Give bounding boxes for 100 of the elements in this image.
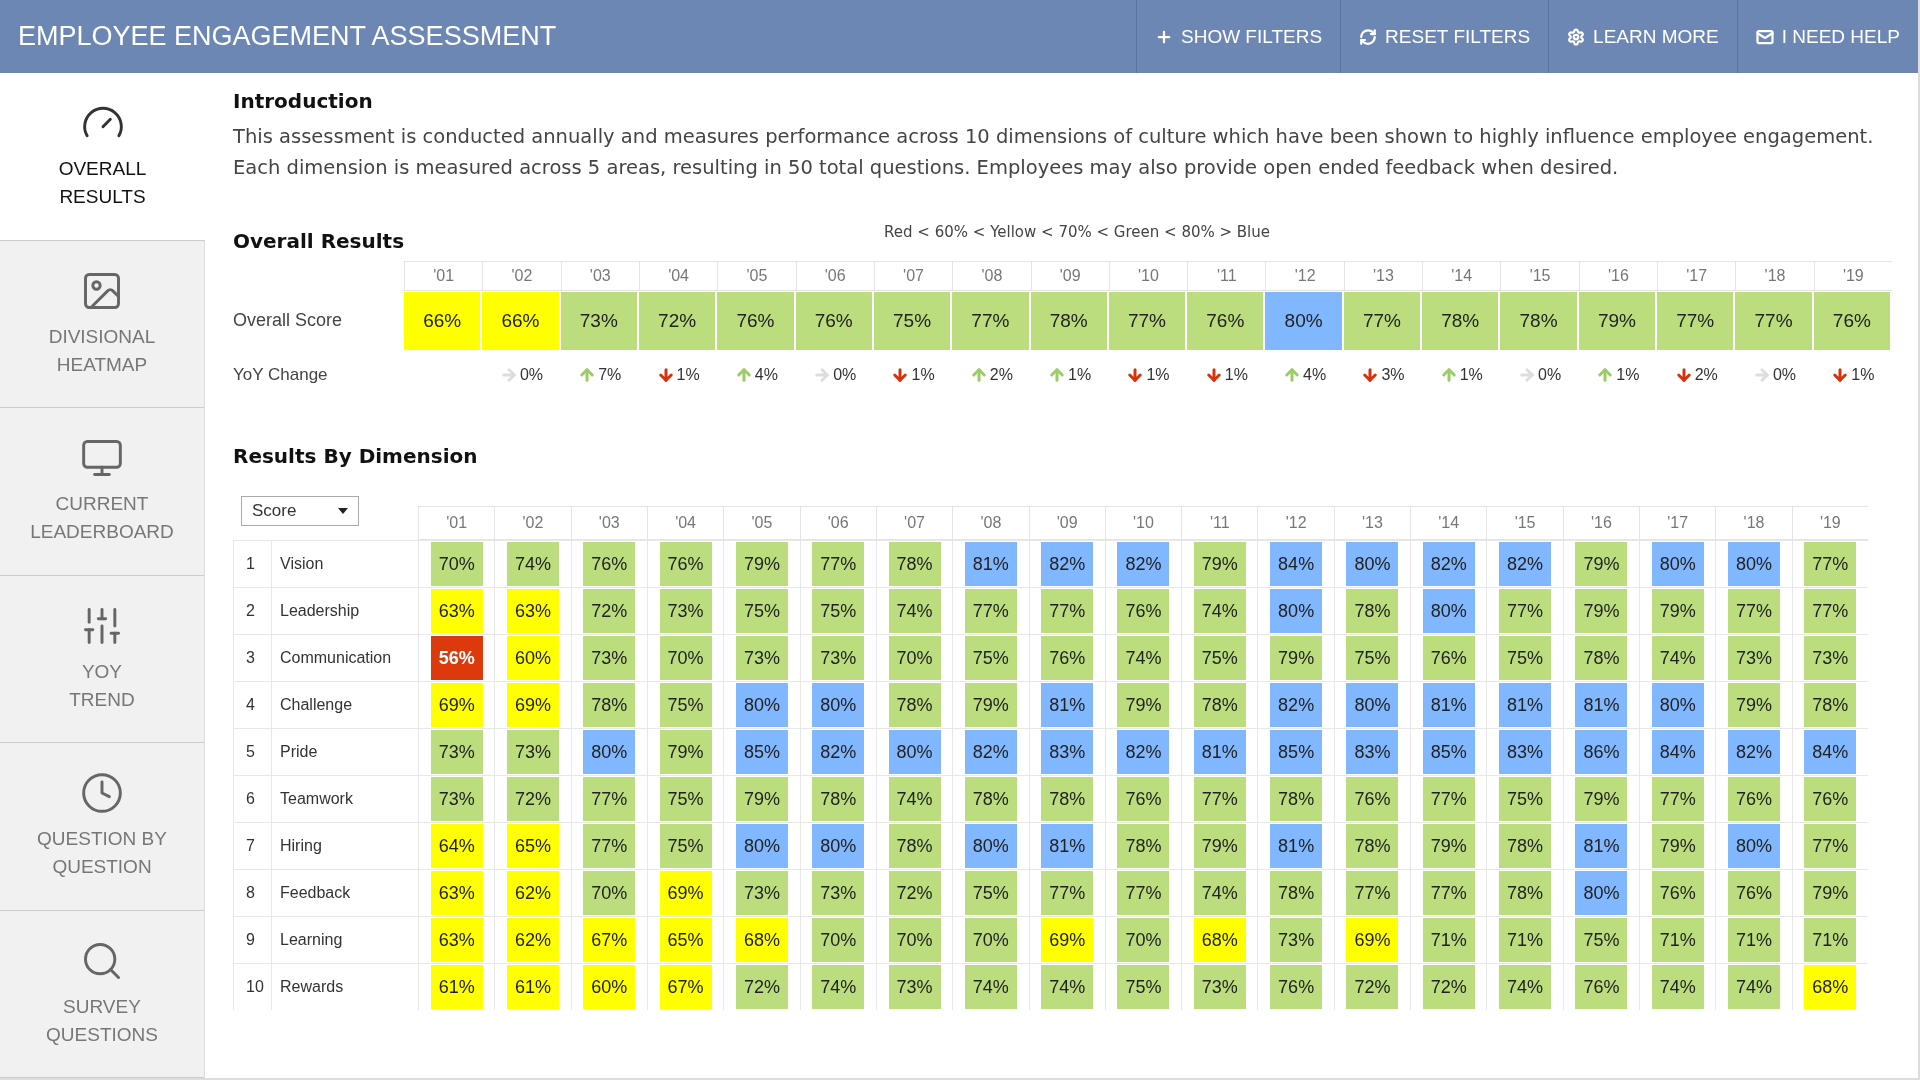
change-value: 2% bbox=[989, 366, 1013, 384]
arrow-down-icon bbox=[891, 366, 910, 384]
year-header: '15 bbox=[1486, 506, 1563, 540]
score-cell: 84% bbox=[1804, 730, 1857, 774]
score-cell: 78% bbox=[1270, 871, 1323, 915]
year-header: '14 bbox=[1410, 506, 1487, 540]
row-number: 9 bbox=[233, 916, 271, 963]
score-cell: 76% bbox=[1422, 636, 1475, 680]
score-cell: 75% bbox=[873, 291, 953, 350]
row-number: 10 bbox=[233, 963, 271, 1010]
header-button[interactable]: RESET FILTERS bbox=[1340, 0, 1549, 73]
score-cell: 78% bbox=[888, 824, 941, 868]
sidebar-tab[interactable]: QUESTION BY QUESTION bbox=[0, 743, 204, 911]
score-cell: 78% bbox=[1804, 683, 1857, 727]
score-cell: 73% bbox=[583, 636, 636, 680]
score-cell: 81% bbox=[1575, 824, 1628, 868]
score-cell: 73% bbox=[659, 589, 712, 633]
change-value: 1% bbox=[1146, 366, 1170, 384]
header-button[interactable]: LEARN MORE bbox=[1548, 0, 1737, 73]
score-cell: 80% bbox=[888, 730, 941, 774]
arrow-down-icon bbox=[1204, 366, 1223, 384]
score-cell: 85% bbox=[1422, 730, 1475, 774]
year-header: '06 bbox=[799, 506, 876, 540]
score-cell: 72% bbox=[1346, 965, 1399, 1009]
score-cell: 78% bbox=[1041, 777, 1094, 821]
score-cell: 77% bbox=[1804, 542, 1857, 586]
arrow-right-icon bbox=[1752, 366, 1771, 384]
year-header: '03 bbox=[570, 506, 647, 540]
arrow-down-icon bbox=[1126, 366, 1145, 384]
score-cell: 84% bbox=[1651, 730, 1704, 774]
score-cell: 65% bbox=[506, 824, 559, 868]
score-cell: 60% bbox=[506, 636, 559, 680]
score-cell: 80% bbox=[1346, 542, 1399, 586]
score-cell: 78% bbox=[1499, 824, 1552, 868]
sidebar-tab[interactable]: SURVEY QUESTIONS bbox=[0, 910, 204, 1078]
score-cell: 80% bbox=[1575, 871, 1628, 915]
score-cell: 70% bbox=[659, 636, 712, 680]
score-cell: 79% bbox=[735, 777, 788, 821]
score-cell: 78% bbox=[1575, 636, 1628, 680]
score-cell: 76% bbox=[717, 291, 796, 350]
sidebar-tab[interactable]: CURRENT LEADERBOARD bbox=[0, 408, 204, 576]
sidebar-tab[interactable]: OVERALL RESULTS bbox=[0, 73, 205, 241]
row-number: 6 bbox=[233, 775, 271, 822]
header-button[interactable]: I NEED HELP bbox=[1736, 0, 1918, 73]
score-cell: 81% bbox=[1041, 824, 1094, 868]
score-cell: 70% bbox=[430, 542, 483, 586]
score-cell: 73% bbox=[1193, 965, 1246, 1009]
score-cell: 72% bbox=[506, 777, 559, 821]
change-value: 0% bbox=[1772, 366, 1797, 384]
score-cell: 82% bbox=[1041, 542, 1094, 586]
dimension-name: Rewards bbox=[271, 963, 418, 1010]
score-cell: 77% bbox=[583, 777, 636, 821]
score-cell: 61% bbox=[506, 965, 559, 1009]
change-value: 1% bbox=[1459, 366, 1483, 384]
score-cell: 77% bbox=[1804, 589, 1857, 633]
dimension-name: Challenge bbox=[271, 681, 418, 728]
score-cell: 71% bbox=[1651, 918, 1704, 962]
score-cell: 80% bbox=[1651, 542, 1704, 586]
score-cell: 78% bbox=[812, 777, 865, 821]
score-cell: 76% bbox=[1187, 291, 1266, 350]
score-cell: 74% bbox=[888, 777, 941, 821]
score-cell: 73% bbox=[735, 871, 788, 915]
score-cell: 68% bbox=[735, 918, 788, 962]
year-header: '12 bbox=[1257, 506, 1334, 540]
sidebar-tab[interactable]: YOY TREND bbox=[0, 575, 204, 743]
score-cell: 72% bbox=[638, 291, 718, 350]
score-cell: 79% bbox=[1651, 824, 1704, 868]
score-cell: 79% bbox=[1728, 683, 1780, 727]
change-value: 1% bbox=[1224, 366, 1248, 384]
score-cell: 74% bbox=[1117, 636, 1170, 680]
change-value: 1% bbox=[911, 366, 935, 384]
score-cell: 77% bbox=[1735, 291, 1814, 350]
score-cell: 77% bbox=[583, 824, 636, 868]
score-cell: 72% bbox=[888, 871, 941, 915]
score-cell: 80% bbox=[1270, 589, 1323, 633]
score-cell: 81% bbox=[1499, 683, 1552, 727]
arrow-down-icon bbox=[656, 366, 675, 384]
score-cell: 75% bbox=[1193, 636, 1246, 680]
score-cell: 69% bbox=[659, 871, 712, 915]
score-cell: 85% bbox=[1270, 730, 1323, 774]
year-header: '18 bbox=[1715, 506, 1792, 540]
section-heading: Results By Dimension bbox=[233, 444, 479, 468]
score-cell: 71% bbox=[1804, 918, 1857, 962]
score-cell: 61% bbox=[430, 965, 483, 1009]
change-value: 0% bbox=[833, 366, 857, 384]
score-cell: 82% bbox=[1422, 542, 1475, 586]
score-cell: 80% bbox=[735, 683, 788, 727]
year-header: '04 bbox=[646, 506, 724, 540]
header-button[interactable]: SHOW FILTERS bbox=[1136, 0, 1341, 73]
score-cell: 73% bbox=[812, 636, 865, 680]
sidebar-tab[interactable]: DIVISIONAL HEATMAP bbox=[0, 240, 204, 408]
metric-dropdown[interactable]: Score bbox=[241, 496, 359, 526]
change-value: 0% bbox=[519, 366, 544, 384]
dimension-name: Learning bbox=[271, 916, 418, 963]
score-cell: 75% bbox=[659, 683, 712, 727]
row-label: YoY Change bbox=[233, 364, 329, 386]
score-cell: 84% bbox=[1270, 542, 1323, 586]
change-value: 4% bbox=[1303, 366, 1327, 384]
year-header: '19 bbox=[1791, 506, 1868, 540]
score-cell: 76% bbox=[1728, 871, 1780, 915]
